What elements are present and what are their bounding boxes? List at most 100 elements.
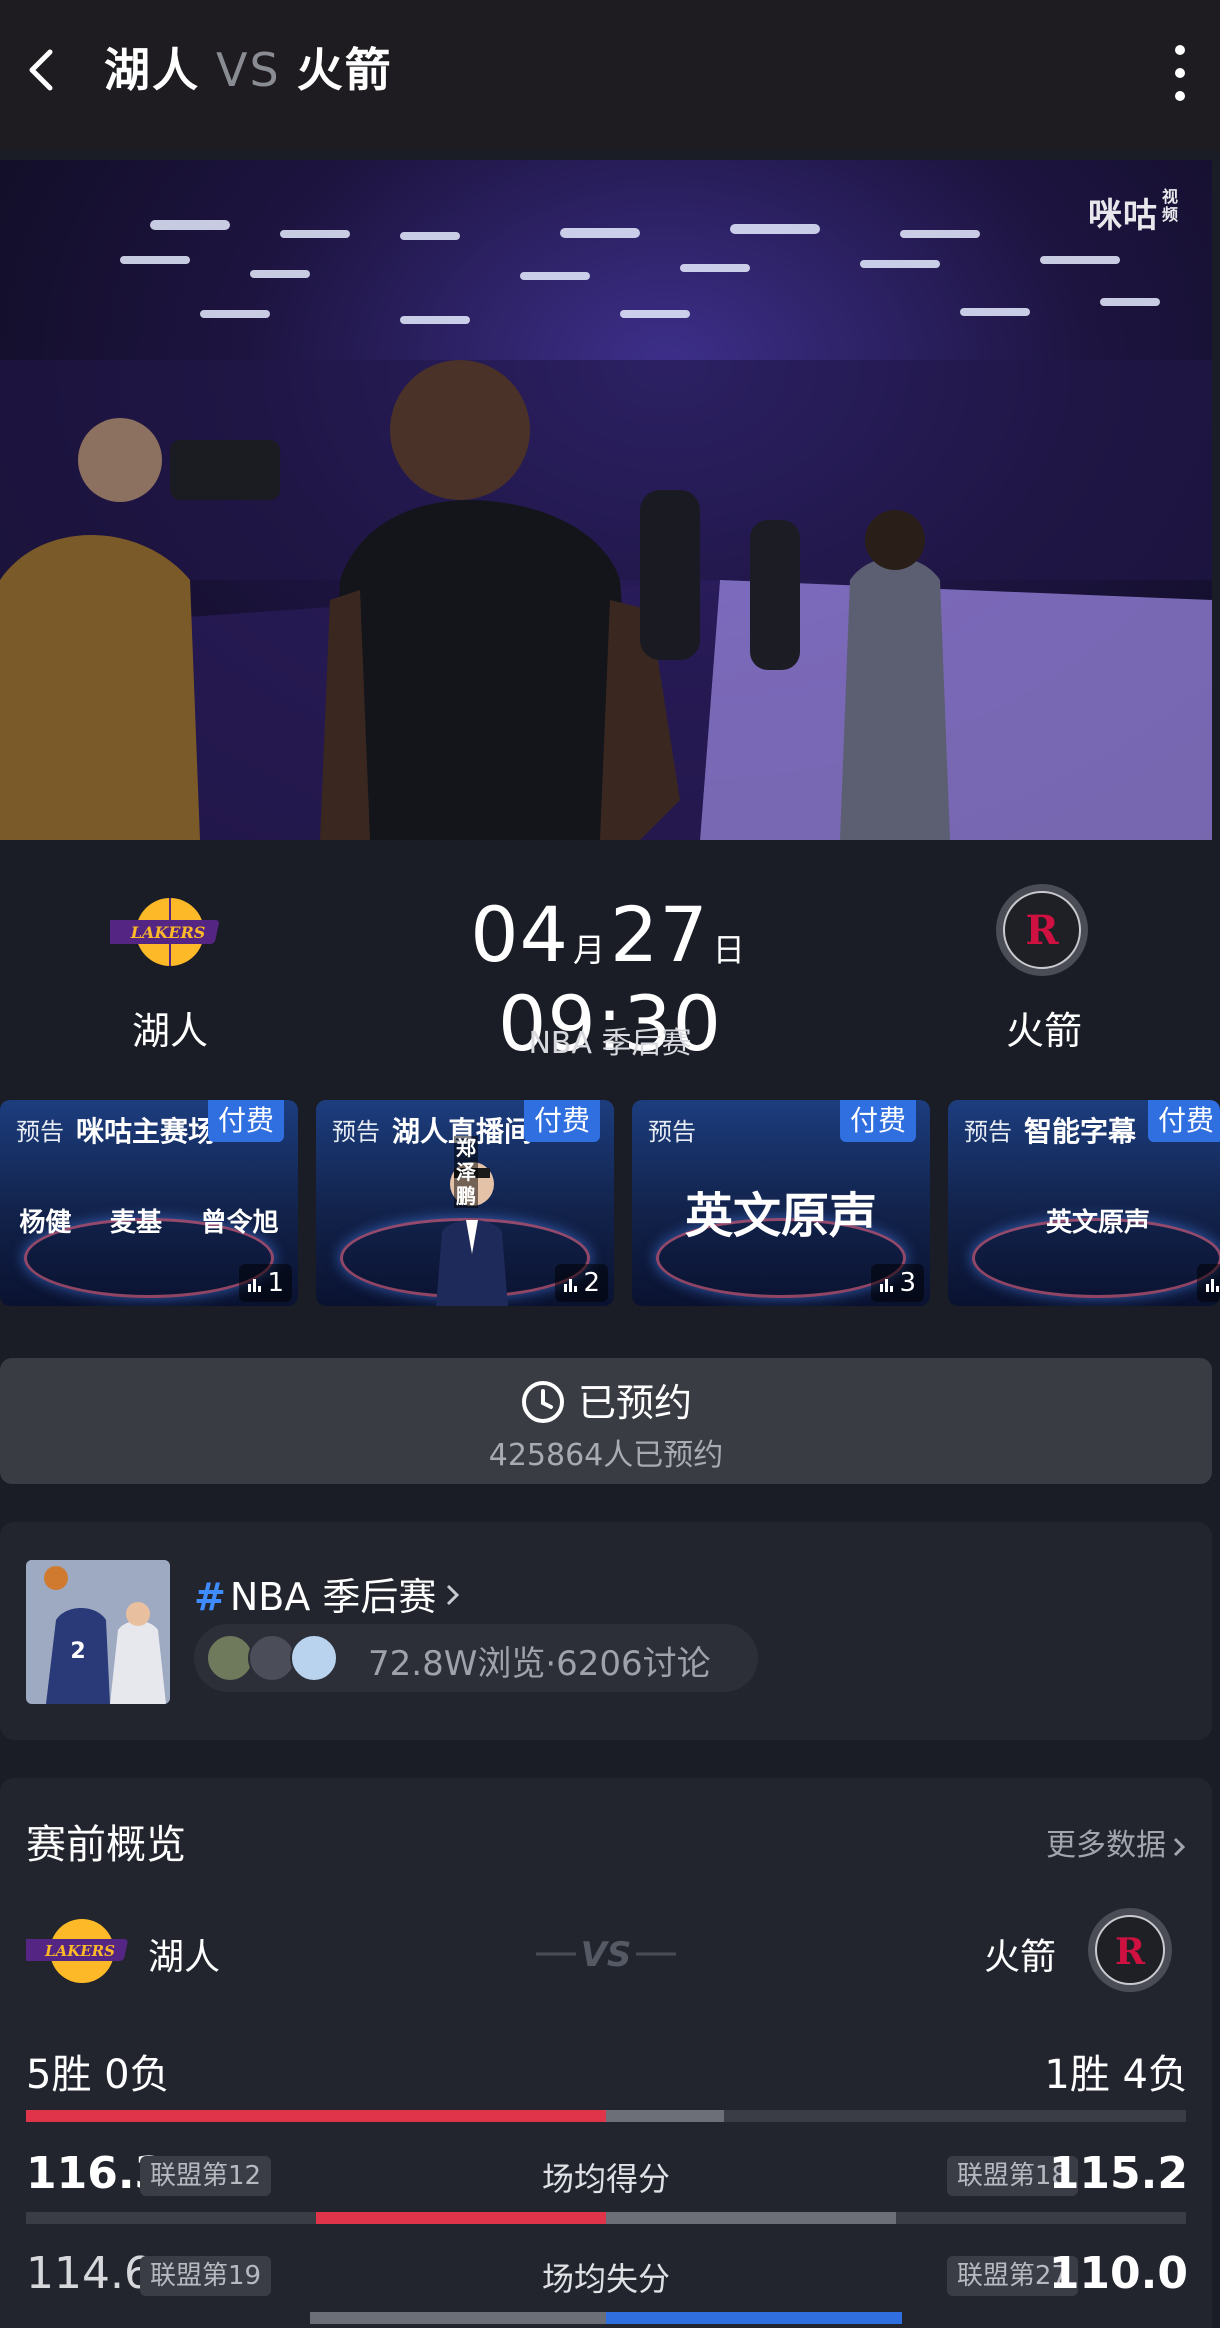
svg-text:R: R xyxy=(1115,1931,1146,1973)
home-stat-rank: 联盟第12 xyxy=(140,2156,272,2196)
commentator-name: 杨健 xyxy=(19,1208,72,1238)
channel-number: 1 xyxy=(267,1268,284,1298)
vs-icon: VS xyxy=(536,1935,676,1974)
channel-list: 预告 咪咕主赛场 付费 杨健 麦基 曾令旭 1 预告 湖人直播间 付费 郑泽鹏 … xyxy=(0,1100,1220,1308)
video-watermark: 咪咕 视频 xyxy=(1088,188,1182,237)
chevron-right-icon xyxy=(1173,1837,1186,1856)
hashtag-icon: # xyxy=(194,1575,226,1619)
channel-number-badge: 3 xyxy=(871,1264,924,1302)
top-bar: 湖人 VS 火箭 xyxy=(0,0,1220,150)
topic-title: # NBA 季后赛 xyxy=(194,1566,464,1621)
signal-bars-icon xyxy=(1206,1279,1220,1292)
home-stat-value: 114.6 xyxy=(26,2248,152,2299)
svg-text:LAKERS: LAKERS xyxy=(44,1942,115,1960)
channel-title: 智能字幕 xyxy=(1024,1115,1137,1148)
channel-card[interactable]: 预告 付费 英文原声 3 xyxy=(632,1100,930,1306)
signal-bars-icon xyxy=(248,1279,262,1292)
day-unit: 日 xyxy=(712,931,746,969)
svg-text:2: 2 xyxy=(70,1639,85,1664)
rockets-logo: R xyxy=(1088,1908,1172,1992)
overview-title: 赛前概览 xyxy=(26,1822,186,1868)
match-header: LAKERS 湖人 04 月27 日09:30 NBA 季后赛 R 火箭 xyxy=(0,880,1220,1080)
watermark-sub: 视频 xyxy=(1162,187,1180,224)
stat-row-points-against: 114.6 联盟第19 场均失分 联盟第27 110.0 xyxy=(0,2248,1212,2308)
channel-number-badge: 4 xyxy=(1197,1264,1220,1302)
commentator-name: 麦基 xyxy=(109,1208,162,1238)
watermark-text: 咪咕 xyxy=(1088,196,1158,236)
topic-thumbnail-image: 2 xyxy=(26,1560,170,1704)
day-value: 27 xyxy=(610,890,709,979)
svg-text:R: R xyxy=(1025,907,1059,954)
paid-badge: 付费 xyxy=(523,1100,600,1142)
topic-stats: 72.8W浏览·6206讨论 xyxy=(368,1644,711,1684)
more-data-text: 更多数据 xyxy=(1046,1828,1166,1863)
stat-label: 场均失分 xyxy=(541,2260,670,2298)
page-title: 湖人 VS 火箭 xyxy=(104,40,393,100)
topic-card[interactable]: 2 # NBA 季后赛 72.8W浏览·6206讨论 xyxy=(0,1522,1212,1740)
stat-bar-away xyxy=(606,2312,902,2324)
away-team-name: 火箭 xyxy=(1005,1009,1082,1053)
svg-text:LAKERS: LAKERS xyxy=(130,923,206,942)
lakers-logo: LAKERS xyxy=(26,1919,128,1983)
paid-badge: 付费 xyxy=(207,1100,284,1142)
channel-number-badge: 1 xyxy=(239,1264,292,1302)
video-player[interactable]: 咪咕 视频 xyxy=(0,160,1212,840)
home-team-title: 湖人 xyxy=(104,43,200,97)
league-label: NBA 季后赛 xyxy=(528,1026,692,1061)
month-unit: 月 xyxy=(572,931,606,969)
topic-thumbnail: 2 xyxy=(26,1560,170,1704)
signal-bars-icon xyxy=(564,1279,578,1292)
channel-card[interactable]: 预告 智能字幕 付费 英文原声 4 xyxy=(948,1100,1220,1306)
avatar xyxy=(206,1634,254,1682)
stat-row-points-for: 116.3 联盟第12 场均得分 联盟第18 115.2 xyxy=(0,2148,1212,2208)
stat-label: 场均得分 xyxy=(541,2160,670,2198)
reserve-status-text: 已预约 xyxy=(577,1381,692,1425)
away-record: 1胜 4负 xyxy=(1044,2052,1188,2098)
away-stat-value: 115.2 xyxy=(1048,2148,1188,2199)
home-team-name: 湖人 xyxy=(148,1937,221,1978)
host-name: 郑泽鹏 xyxy=(454,1136,478,1208)
channel-feature-text: 英文原声 xyxy=(1045,1208,1150,1238)
video-frame-arena xyxy=(0,220,1212,840)
channel-title: 咪咕主赛场 xyxy=(76,1115,217,1148)
stat-bar-home xyxy=(310,2312,606,2324)
chevron-right-icon xyxy=(447,1584,460,1606)
back-arrow-icon[interactable] xyxy=(14,40,74,100)
avatar xyxy=(248,1634,296,1682)
reserve-button[interactable]: 已预约 425864人已预约 xyxy=(0,1358,1212,1484)
channel-number: 2 xyxy=(583,1268,600,1298)
channel-card[interactable]: 预告 咪咕主赛场 付费 杨健 麦基 曾令旭 1 xyxy=(0,1100,298,1306)
channel-tag: 预告 xyxy=(332,1118,380,1146)
signal-bars-icon xyxy=(880,1279,894,1292)
away-team-name: 火箭 xyxy=(984,1937,1057,1978)
channel-tag: 预告 xyxy=(964,1118,1012,1146)
more-options-icon[interactable] xyxy=(1168,40,1192,106)
home-record: 5胜 0负 xyxy=(26,2052,170,2098)
rockets-logo: R xyxy=(996,884,1088,976)
commentator-name: 曾令旭 xyxy=(200,1208,279,1238)
more-data-link[interactable]: 更多数据 xyxy=(1046,1820,1188,1864)
commentator-names: 杨健 麦基 曾令旭 xyxy=(0,1202,298,1239)
record-bar-away xyxy=(606,2110,724,2122)
channel-number-badge: 2 xyxy=(555,1264,608,1302)
vs-label: VS xyxy=(216,43,281,97)
paid-badge: 付费 xyxy=(839,1100,916,1142)
clock-icon xyxy=(521,1380,564,1423)
stat-bar-away xyxy=(606,2212,896,2224)
stat-bar-home xyxy=(316,2212,606,2224)
channel-number: 3 xyxy=(899,1268,916,1298)
channel-feature-text: 英文原声 xyxy=(684,1188,877,1244)
lakers-logo: LAKERS xyxy=(110,898,219,966)
svg-text:VS: VS xyxy=(581,1935,632,1974)
topic-stats-pill: 72.8W浏览·6206讨论 xyxy=(194,1624,758,1692)
channel-card[interactable]: 预告 湖人直播间 付费 郑泽鹏 2 xyxy=(316,1100,614,1306)
avatar xyxy=(290,1634,338,1682)
channel-tag: 预告 xyxy=(648,1118,696,1146)
record-bar-home xyxy=(26,2110,606,2122)
pregame-overview: 赛前概览 更多数据 LAKERS 湖人 VS 火箭 R 5胜 0负 1胜 4负 … xyxy=(0,1778,1212,2328)
away-team-title: 火箭 xyxy=(296,43,393,97)
topic-title-text: NBA 季后赛 xyxy=(229,1575,437,1619)
reserve-status: 已预约 xyxy=(0,1372,1212,1429)
home-team-name: 湖人 xyxy=(131,1009,208,1053)
reserve-count: 425864人已预约 xyxy=(488,1438,724,1473)
